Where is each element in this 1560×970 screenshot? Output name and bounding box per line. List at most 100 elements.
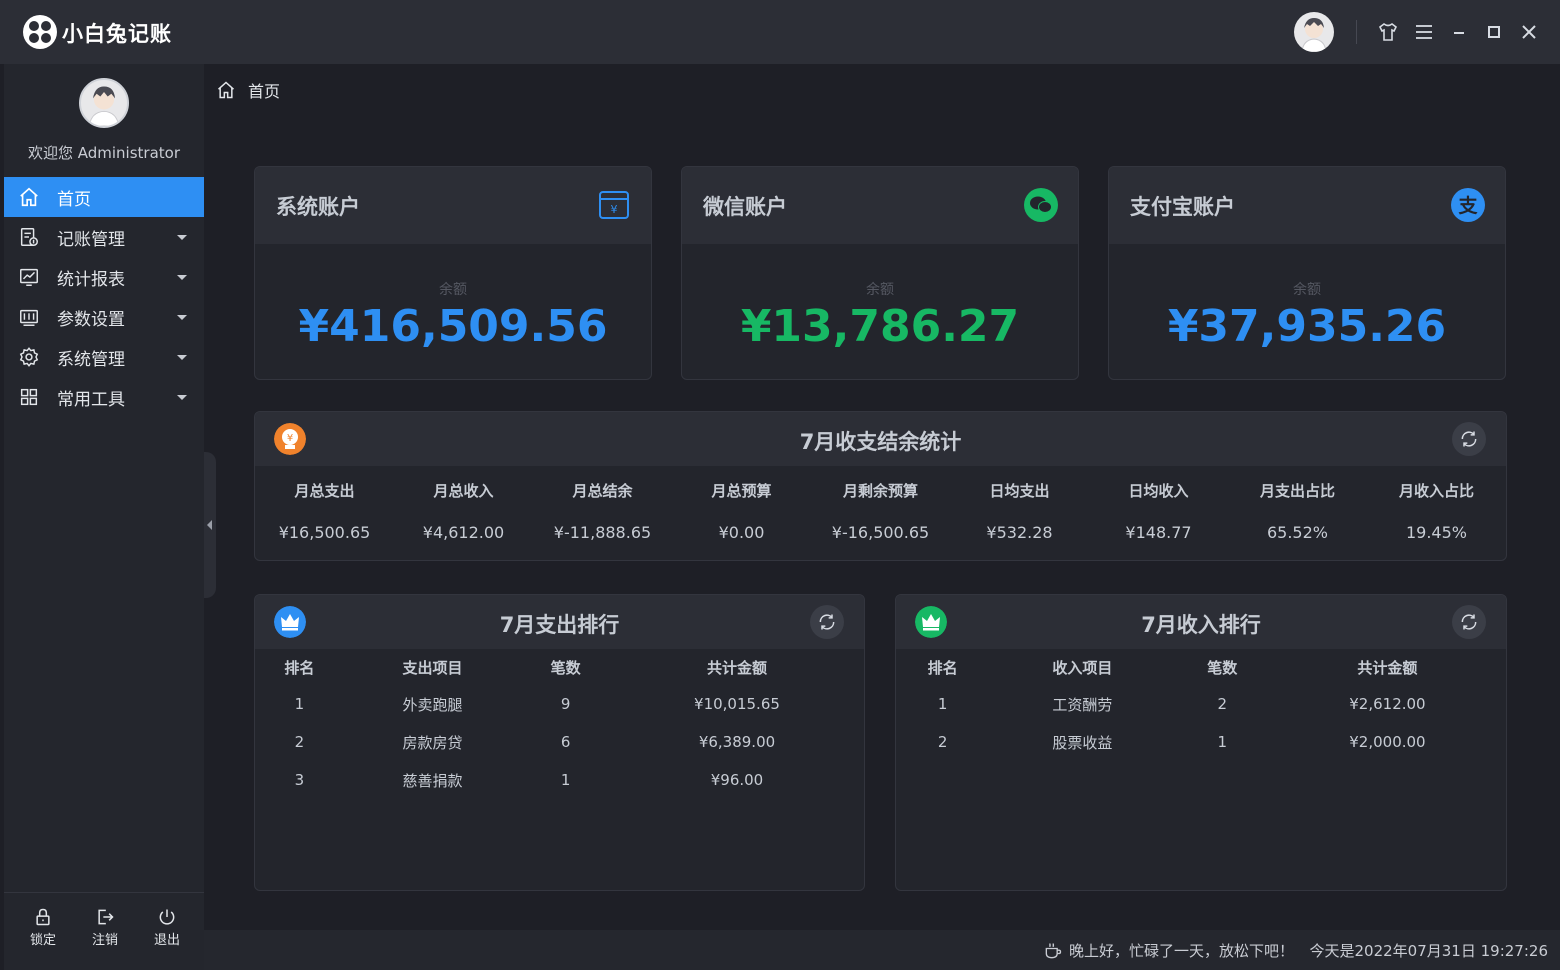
panel-title: 7月支出排行: [499, 613, 620, 637]
breadcrumb-label[interactable]: 首页: [248, 78, 280, 102]
income-ranking-table: 排名 收入项目 笔数 共计金额 1 工资酬劳 2 ¥2,612.00 2 股票收益 1 ¥2…: [896, 649, 1506, 761]
app-title: 小白兔记账: [62, 22, 172, 46]
sidebar: 欢迎您 Administrator 首页 记账管理 统计报表 参数设置 系统管理…: [4, 64, 204, 970]
balance-label: 余额: [1293, 282, 1321, 298]
chevron-down-icon: [177, 275, 187, 280]
balance-amount: ¥416,509.56: [298, 301, 608, 352]
stat-daily-expense: 日均支出 ¥532.28: [986, 482, 1053, 542]
sidebar-item-params[interactable]: 参数设置: [4, 297, 204, 337]
table-row[interactable]: 1 外卖跑腿 9 ¥10,015.65: [255, 685, 864, 723]
chevron-down-icon: [177, 315, 187, 320]
stat-total-balance: 月总结余 ¥-11,888.65: [553, 482, 652, 542]
minimize-icon[interactable]: [1447, 20, 1471, 44]
lock-label: 锁定: [29, 933, 56, 948]
balance-label: 余额: [439, 282, 467, 298]
balance-amount: ¥37,935.26: [1167, 301, 1447, 352]
home-icon: [218, 81, 234, 99]
refresh-button[interactable]: [1452, 422, 1486, 456]
current-datetime: 今天是2022年07月31日 19:27:26: [1309, 942, 1549, 960]
system-account-card: 系统账户 ¥ 余额 ¥416,509.56: [254, 166, 652, 380]
stat-remaining-budget: 月剩余预算 ¥-16,500.65: [831, 482, 930, 542]
lock-icon: [36, 908, 50, 926]
sidebar-item-label: 记账管理: [57, 229, 125, 250]
expense-ranking-panel: 7月支出排行 排名 支出项目 笔数 共计金额 1 外卖跑腿 9 ¥10,015.65 …: [254, 594, 865, 891]
skin-icon[interactable]: [1376, 20, 1400, 44]
home-icon: [18, 186, 40, 208]
svg-text:支: 支: [1457, 195, 1478, 217]
logout-icon: [98, 909, 114, 925]
refresh-button[interactable]: [1452, 605, 1486, 639]
sidebar-avatar[interactable]: [79, 78, 129, 128]
refresh-icon: [1461, 614, 1477, 630]
wallet-yuan-icon: ¥: [599, 191, 629, 219]
chevron-down-icon: [177, 395, 187, 400]
balance-amount: ¥13,786.27: [740, 301, 1020, 352]
sidebar-item-home[interactable]: 首页: [4, 177, 204, 217]
maximize-icon[interactable]: [1482, 20, 1506, 44]
income-ranking-panel: 7月收入排行 排名 收入项目 笔数 共计金额 1 工资酬劳 2 ¥2,612.00 2…: [895, 594, 1507, 891]
sidebar-item-report[interactable]: 统计报表: [4, 257, 204, 297]
logout-label: 注销: [91, 933, 118, 948]
stat-total-budget: 月总预算 ¥0.00: [711, 482, 772, 542]
refresh-button[interactable]: [810, 605, 844, 639]
breadcrumb: 首页: [204, 64, 1560, 116]
report-chart-icon: [18, 266, 40, 288]
chevron-down-icon: [177, 355, 187, 360]
chevron-down-icon: [177, 235, 187, 240]
menu-icon[interactable]: [1412, 20, 1436, 44]
gear-icon: [18, 346, 40, 368]
title-bar: 小白兔记账: [0, 0, 1560, 64]
refresh-icon: [1461, 431, 1477, 447]
card-title: 支付宝账户: [1130, 195, 1235, 219]
titlebar-divider: [1356, 20, 1357, 44]
coffee-icon: [1045, 942, 1062, 958]
greeting-text: 晚上好，忙碌了一天，放松下吧！: [1068, 942, 1294, 960]
ledger-icon: [18, 226, 40, 248]
card-title: 系统账户: [276, 195, 360, 219]
logout-button[interactable]: 注销: [83, 907, 127, 948]
user-avatar[interactable]: [1294, 12, 1334, 52]
sidebar-item-label: 参数设置: [57, 309, 125, 330]
alipay-account-card: 支付宝账户 支 余额 ¥37,935.26: [1108, 166, 1506, 380]
close-icon[interactable]: [1517, 20, 1541, 44]
stat-total-expense: 月总支出 ¥16,500.65: [278, 482, 371, 542]
table-header-row: 排名 支出项目 笔数 共计金额: [284, 658, 767, 677]
wechat-icon: [1024, 188, 1058, 222]
sidebar-item-system[interactable]: 系统管理: [4, 337, 204, 377]
monthly-stats-grid: 月总支出 ¥16,500.65 月总收入 ¥4,612.00 月总结余 ¥-11,88…: [255, 466, 1506, 542]
table-row[interactable]: 1 工资酬劳 2 ¥2,612.00: [896, 685, 1506, 723]
card-title: 微信账户: [703, 195, 787, 219]
welcome-text: 欢迎您 Administrator: [27, 144, 181, 162]
sidebar-item-ledger[interactable]: 记账管理: [4, 217, 204, 257]
lock-button[interactable]: 锁定: [21, 907, 65, 948]
exit-label: 退出: [153, 933, 180, 948]
sidebar-item-label: 常用工具: [57, 389, 125, 410]
power-icon: [159, 909, 175, 925]
balance-label: 余额: [866, 282, 894, 298]
exit-button[interactable]: 退出: [145, 907, 189, 948]
sidebar-collapse-handle[interactable]: [204, 452, 216, 598]
monthly-stats-panel: ¥ 7月收支结余统计 月总支出 ¥16,500.65 月总收入 ¥4,612.00 …: [254, 411, 1507, 561]
stat-total-income: 月总收入 ¥4,612.00: [422, 482, 505, 542]
sidebar-item-tools[interactable]: 常用工具: [4, 377, 204, 417]
refresh-icon: [819, 614, 835, 630]
table-row[interactable]: 3 慈善捐款 1 ¥96.00: [255, 761, 864, 799]
wechat-account-card: 微信账户 余额 ¥13,786.27: [681, 166, 1079, 380]
status-bar: 晚上好，忙碌了一天，放松下吧！ 今天是2022年07月31日 19:27:26: [204, 930, 1560, 970]
panel-title: 7月收支结余统计: [799, 430, 962, 454]
alipay-icon: 支: [1451, 188, 1485, 222]
sidebar-bottom-actions: 锁定 注销 退出: [4, 892, 204, 970]
svg-text:¥: ¥: [611, 203, 618, 216]
app-logo-icon: [23, 15, 57, 49]
sidebar-menu: 首页 记账管理 统计报表 参数设置 系统管理 常用工具: [4, 177, 204, 417]
grid-icon: [18, 386, 40, 408]
stat-income-ratio: 月收入占比 19.45%: [1398, 482, 1474, 542]
stat-expense-ratio: 月支出占比 65.52%: [1259, 482, 1335, 542]
sidebar-item-label: 统计报表: [57, 269, 125, 290]
table-header-row: 排名 收入项目 笔数 共计金额: [927, 658, 1418, 677]
table-row[interactable]: 2 股票收益 1 ¥2,000.00: [896, 723, 1506, 761]
table-row[interactable]: 2 房款房贷 6 ¥6,389.00: [255, 723, 864, 761]
settings-panel-icon: [18, 306, 40, 328]
expense-ranking-table: 排名 支出项目 笔数 共计金额 1 外卖跑腿 9 ¥10,015.65 2 房款房贷 6 ¥…: [255, 649, 864, 799]
stat-daily-income: 日均收入 ¥148.77: [1125, 482, 1192, 542]
